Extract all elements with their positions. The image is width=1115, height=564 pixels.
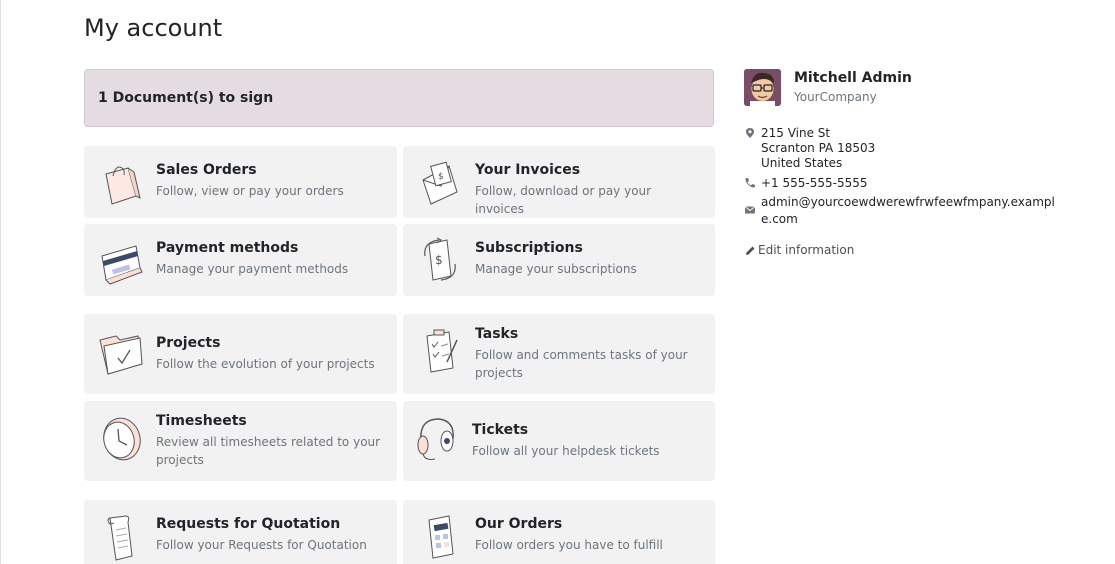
card-title: Our Orders bbox=[475, 516, 563, 532]
card-subtitle: Review all timesheets related to your pr… bbox=[156, 435, 381, 467]
clock-icon bbox=[103, 417, 141, 461]
profile-address: 215 Vine St Scranton PA 18503 United Sta… bbox=[761, 126, 876, 170]
page-title: My account bbox=[84, 14, 223, 42]
card-title: Tickets bbox=[472, 422, 529, 438]
card-title: Requests for Quotation bbox=[156, 516, 341, 532]
projects-card[interactable]: Projects Follow the evolution of your pr… bbox=[84, 314, 397, 394]
card-title: Sales Orders bbox=[156, 162, 257, 178]
phone-icon bbox=[745, 178, 755, 188]
svg-text:$: $ bbox=[438, 172, 444, 182]
card-title: Subscriptions bbox=[475, 240, 583, 256]
recurring-payment-icon: $ bbox=[424, 237, 456, 281]
card-subtitle: Follow your Requests for Quotation bbox=[156, 538, 367, 552]
card-title: Timesheets bbox=[156, 413, 247, 429]
card-subtitle: Manage your subscriptions bbox=[475, 262, 637, 276]
edit-information-link[interactable]: Edit information bbox=[758, 243, 854, 257]
envelope-icon bbox=[744, 206, 756, 214]
order-form-icon bbox=[428, 515, 454, 559]
card-subtitle: Manage your payment methods bbox=[156, 262, 349, 276]
card-subtitle: Follow orders you have to fulfill bbox=[475, 538, 663, 552]
card-title: Payment methods bbox=[156, 240, 299, 256]
scroll-document-icon bbox=[107, 515, 133, 561]
pencil-icon bbox=[746, 246, 755, 255]
map-marker-icon bbox=[746, 128, 754, 138]
profile-name: Mitchell Admin bbox=[794, 70, 912, 86]
shopping-bag-icon bbox=[105, 166, 141, 205]
payment-methods-card[interactable]: Payment methods Manage your payment meth… bbox=[84, 224, 397, 296]
documents-to-sign-label: 1 Document(s) to sign bbox=[98, 90, 274, 106]
sales-orders-card[interactable]: Sales Orders Follow, view or pay your or… bbox=[84, 146, 397, 218]
tickets-card[interactable]: Tickets Follow all your helpdesk tickets bbox=[403, 401, 715, 481]
tasks-card[interactable]: Tasks Follow and comments tasks of your … bbox=[403, 314, 715, 394]
card-subtitle: Follow all your helpdesk tickets bbox=[472, 444, 660, 458]
credit-card-icon bbox=[101, 245, 143, 285]
our-orders-card[interactable]: Our Orders Follow orders you have to ful… bbox=[403, 500, 715, 564]
card-subtitle: Follow, download or pay your invoices bbox=[475, 184, 652, 216]
clipboard-checklist-icon bbox=[426, 329, 458, 373]
invoice-envelope-icon: $ bbox=[422, 161, 458, 205]
profile-email: admin@yourcoewdwerewfrwfeewfmpany.exampl… bbox=[761, 195, 1055, 226]
documents-to-sign-banner[interactable]: 1 Document(s) to sign bbox=[84, 69, 714, 127]
headset-icon bbox=[417, 418, 454, 460]
card-subtitle: Follow the evolution of your projects bbox=[156, 357, 375, 371]
subscriptions-card[interactable]: $ Subscriptions Manage your subscription… bbox=[403, 224, 715, 296]
card-subtitle: Follow, view or pay your orders bbox=[156, 184, 344, 198]
svg-text:$: $ bbox=[435, 253, 443, 267]
timesheets-card[interactable]: Timesheets Review all timesheets related… bbox=[84, 401, 397, 481]
invoices-card[interactable]: $ Your Invoices Follow, download or pay … bbox=[403, 146, 715, 218]
card-title: Projects bbox=[156, 335, 221, 351]
card-subtitle: Follow and comments tasks of your projec… bbox=[475, 348, 688, 380]
avatar bbox=[744, 69, 781, 106]
folder-check-icon bbox=[99, 335, 143, 375]
profile-company: YourCompany bbox=[794, 90, 877, 104]
requests-for-quotation-card[interactable]: Requests for Quotation Follow your Reque… bbox=[84, 500, 397, 564]
card-title: Tasks bbox=[475, 326, 519, 342]
profile-phone: +1 555-555-5555 bbox=[761, 176, 868, 190]
card-title: Your Invoices bbox=[475, 162, 581, 178]
